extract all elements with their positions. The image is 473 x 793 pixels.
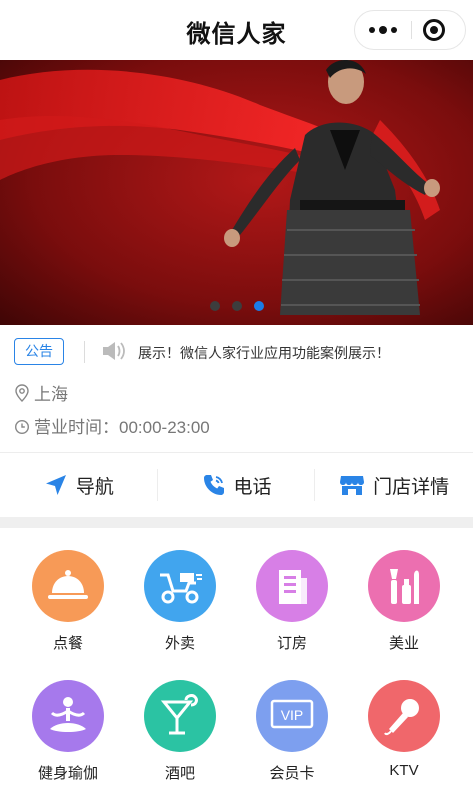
food-cloche-icon (48, 570, 88, 599)
capsule-divider (411, 21, 412, 39)
banner-image (0, 60, 473, 325)
service-icon-bg (368, 550, 440, 622)
call-button[interactable]: 电话 (158, 453, 316, 517)
building-icon (279, 570, 307, 604)
section-separator (0, 517, 473, 528)
service-icon-bg (32, 550, 104, 622)
service-icon-bg (256, 550, 328, 622)
carousel-dot-active[interactable] (253, 301, 264, 311)
vip-card-icon: VIP (270, 699, 314, 729)
action-divider (157, 469, 158, 501)
service-order-food[interactable]: 点餐 (12, 550, 124, 653)
delivery-scooter-icon (160, 573, 202, 604)
navigate-label: 导航 (75, 476, 114, 498)
notice-bar[interactable]: 公告 展示！微信人家行业应用功能案例展示！ (0, 325, 473, 380)
speaker-icon (103, 342, 125, 360)
carousel-dot[interactable] (209, 301, 220, 311)
notice-text: 展示！微信人家行业应用功能案例展示！ (138, 345, 390, 361)
notice-tag: 公告 (14, 338, 64, 365)
service-label: 健身瑜伽 (37, 765, 98, 782)
service-icon-bg (144, 550, 216, 622)
navigation-arrow-icon (45, 475, 66, 495)
service-icon-bg (32, 680, 104, 752)
cocktail-icon (160, 694, 198, 735)
call-label: 电话 (233, 476, 272, 498)
action-bar: 导航 电话 门店详情 (0, 453, 473, 517)
service-label: 订房 (276, 635, 307, 652)
service-icon-bg (368, 680, 440, 752)
banner-carousel[interactable] (0, 60, 473, 325)
nav-header: 微信人家 (0, 0, 473, 60)
address-text: 上海 (34, 385, 68, 404)
carousel-indicators (0, 301, 473, 311)
svg-text:VIP: VIP (281, 707, 304, 723)
hours-text: 营业时间：00:00-23:00 (34, 418, 210, 437)
service-label: 会员卡 (269, 765, 315, 782)
service-icon-bg (144, 680, 216, 752)
service-icon-bg: VIP (256, 680, 328, 752)
address-row: 上海 (14, 380, 68, 405)
service-delivery[interactable]: 外卖 (124, 550, 236, 653)
microphone-icon (384, 699, 419, 736)
service-beauty[interactable]: 美业 (348, 550, 460, 653)
notice-divider (84, 341, 85, 363)
store-icon (340, 476, 365, 495)
service-member-card[interactable]: VIP 会员卡 (236, 680, 348, 783)
carousel-dot[interactable] (231, 301, 242, 311)
miniprogram-capsule (354, 10, 466, 50)
more-menu-icon[interactable] (355, 11, 411, 49)
service-fitness-yoga[interactable]: 健身瑜伽 (12, 680, 124, 783)
clock-icon (14, 419, 30, 434)
navigate-button[interactable]: 导航 (0, 453, 158, 517)
service-label: 点餐 (52, 635, 83, 652)
action-divider (314, 469, 315, 501)
service-label: 美业 (388, 635, 419, 652)
service-label: 酒吧 (164, 765, 195, 782)
close-miniprogram-icon[interactable] (423, 19, 445, 41)
service-bar[interactable]: 酒吧 (124, 680, 236, 783)
hours-row: 营业时间：00:00-23:00 (14, 413, 210, 438)
service-book-room[interactable]: 订房 (236, 550, 348, 653)
service-ktv[interactable]: KTV (348, 680, 460, 779)
store-details-button[interactable]: 门店详情 (315, 453, 473, 517)
yoga-icon (50, 697, 86, 732)
cosmetics-icon (390, 569, 419, 604)
service-label: KTV (389, 762, 419, 779)
service-label: 外卖 (164, 635, 195, 652)
location-pin-icon (15, 383, 29, 402)
phone-icon (203, 475, 224, 495)
store-details-label: 门店详情 (373, 476, 450, 498)
